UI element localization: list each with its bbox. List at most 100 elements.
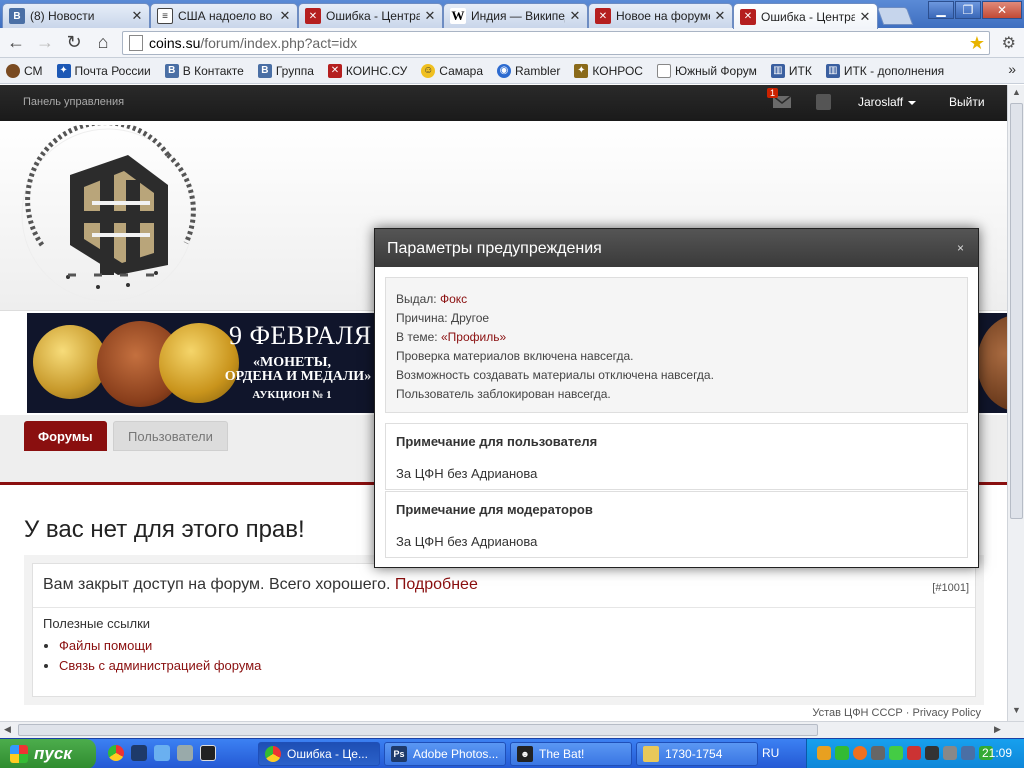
bookmark-itk-extra[interactable]: ▥ ИТК - дополнения <box>825 63 944 78</box>
taskbar-button-photoshop[interactable]: Ps Adobe Photos... <box>384 742 506 766</box>
windows-explorer-icon[interactable] <box>154 745 170 761</box>
minimize-icon[interactable]: ▁ <box>928 1 954 19</box>
bookmark-vkontakte[interactable]: BВ Контакте <box>164 63 244 78</box>
page-viewport: Панель управления 1 Jaroslaff Выйти 9 ФЕ… <box>0 85 1007 721</box>
scroll-down-icon[interactable]: ▼ <box>1010 705 1023 719</box>
bookmark-konros[interactable]: ✦ КОНРОС <box>574 63 643 78</box>
topic-label: В теме: <box>396 330 438 344</box>
bookmark-star-icon[interactable]: ★ <box>969 33 985 54</box>
close-icon[interactable]: ✕ <box>279 8 291 24</box>
taskbar-button-label: Ошибка - Це... <box>287 747 368 761</box>
tab-title: США надоело во <box>178 9 273 23</box>
home-icon[interactable]: ⌂ <box>90 30 116 56</box>
vk-icon: B <box>164 63 179 78</box>
error-box: Вам закрыт доступ на форум. Всего хороше… <box>24 555 984 705</box>
scroll-right-icon[interactable]: ▶ <box>994 724 1001 735</box>
browser-tab-6-active[interactable]: ✕ Ошибка - Центра ✕ <box>733 3 878 29</box>
tab-users[interactable]: Пользователи <box>113 421 228 451</box>
wrench-menu-icon[interactable]: ⚙ <box>1002 33 1016 53</box>
photoshop-icon[interactable] <box>131 745 147 761</box>
tray-app-icon[interactable] <box>835 746 849 760</box>
bookmark-label: Южный Форум <box>674 63 757 78</box>
address-bar[interactable]: coins.su/forum/index.php?act=idx ★ <box>122 31 990 55</box>
tab-title: Индия — Википед <box>471 9 565 23</box>
tab-title: Новое на форуме <box>616 9 710 23</box>
more-details-link[interactable]: Подробнее <box>395 576 478 593</box>
browser-tab-2[interactable]: ≡ США надоело во ✕ <box>150 3 298 28</box>
page-title: У вас нет для этого прав! <box>24 516 305 543</box>
bookmark-samara[interactable]: ☺ Самара <box>421 63 483 78</box>
forward-arrow-icon[interactable]: → <box>32 30 58 56</box>
bookmark-itk[interactable]: ▥ ИТК <box>770 63 812 78</box>
tab-forums[interactable]: Форумы <box>24 421 107 451</box>
scroll-thumb[interactable] <box>1010 103 1023 519</box>
reload-icon[interactable]: ↻ <box>61 30 87 56</box>
forum-logo[interactable] <box>18 125 198 305</box>
windows-logo-icon <box>10 745 28 763</box>
tray-app-icon[interactable] <box>943 746 957 760</box>
browser-tab-5[interactable]: ✕ Новое на форуме ✕ <box>588 3 733 28</box>
more-bookmarks-icon[interactable]: » <box>1008 61 1016 77</box>
bookmark-label: Группа <box>275 63 314 78</box>
taskbar-button-thebat[interactable]: ☻ The Bat! <box>510 742 632 766</box>
issued-by-link[interactable]: Фокс <box>440 292 467 306</box>
scroll-up-icon[interactable]: ▲ <box>1010 87 1023 101</box>
help-files-link[interactable]: Файлы помощи <box>59 638 152 653</box>
chrome-icon[interactable] <box>108 745 124 761</box>
language-indicator[interactable]: RU <box>762 746 779 760</box>
tray-app-icon[interactable] <box>853 746 867 760</box>
control-panel-link[interactable]: Панель управления <box>23 96 124 108</box>
horizontal-scrollbar[interactable]: ◀ ▶ <box>0 721 1024 738</box>
back-arrow-icon[interactable]: ← <box>3 30 29 56</box>
tray-app-icon[interactable] <box>817 746 831 760</box>
url-path: /forum/index.php?act=idx <box>200 35 358 51</box>
notifications-icon[interactable] <box>816 94 831 110</box>
logout-link[interactable]: Выйти <box>949 95 985 109</box>
browser-tab-4[interactable]: W Индия — Википед ✕ <box>443 3 588 28</box>
window-close-icon[interactable]: ✕ <box>982 1 1022 19</box>
document-icon: ≡ <box>157 8 173 24</box>
rules-link[interactable]: Устав ЦФН СССР <box>812 707 902 719</box>
privacy-link[interactable]: Privacy Policy <box>913 707 981 719</box>
browser-tab-3[interactable]: ✕ Ошибка - Центра ✕ <box>298 3 443 28</box>
start-button[interactable]: пуск <box>0 739 96 768</box>
browser-tab-1[interactable]: B (8) Новости ✕ <box>2 3 150 28</box>
tray-app-icon[interactable] <box>907 746 921 760</box>
scroll-thumb[interactable] <box>18 724 818 736</box>
volume-icon[interactable] <box>871 746 885 760</box>
close-icon[interactable]: × <box>957 241 964 255</box>
vk-icon[interactable] <box>961 746 975 760</box>
close-icon[interactable]: ✕ <box>424 8 436 24</box>
bookmark-sm[interactable]: СМ <box>6 63 43 78</box>
taskbar-button-chrome[interactable]: Ошибка - Це... <box>258 742 380 766</box>
taskbar-button-folder[interactable]: 1730-1754 <box>636 742 758 766</box>
tab-title: Ошибка - Центра <box>326 9 420 23</box>
bookmark-group[interactable]: B Группа <box>257 63 314 78</box>
list-item: Связь с администрацией форума <box>59 658 261 673</box>
restore-icon[interactable]: ❐ <box>955 1 981 19</box>
list-item: Файлы помощи <box>59 638 261 653</box>
bookmark-rambler[interactable]: ◉ Rambler <box>497 63 560 78</box>
close-icon[interactable]: ✕ <box>714 8 726 24</box>
error-code: [#1001] <box>932 582 969 594</box>
itk-icon: ▥ <box>825 63 840 78</box>
thebat-icon[interactable] <box>200 745 216 761</box>
tray-app-icon[interactable] <box>925 746 939 760</box>
scroll-left-icon[interactable]: ◀ <box>4 724 11 735</box>
topic-link[interactable]: «Профиль» <box>441 330 506 344</box>
bookmark-south-forum[interactable]: Южный Форум <box>656 63 757 78</box>
bookmark-pochta[interactable]: ✦ Почта России <box>56 63 151 78</box>
tray-app-icon[interactable] <box>889 746 903 760</box>
user-menu[interactable]: Jaroslaff <box>858 95 917 109</box>
close-icon[interactable]: ✕ <box>569 8 581 24</box>
bookmark-coins[interactable]: ✕ КОИНС.СУ <box>327 63 407 78</box>
moderator-note-text: За ЦФН без Адрианова <box>396 534 538 549</box>
close-icon[interactable]: ✕ <box>859 9 871 25</box>
close-icon[interactable]: ✕ <box>131 8 143 24</box>
tab-title: (8) Новости <box>30 9 95 23</box>
vertical-scrollbar[interactable]: ▲ ▼ <box>1007 85 1024 721</box>
new-tab-button[interactable] <box>876 7 914 25</box>
calculator-icon[interactable] <box>177 745 193 761</box>
banner-date: 9 ФЕВРАЛЯ <box>229 321 372 350</box>
contact-admin-link[interactable]: Связь с администрацией форума <box>59 658 261 673</box>
